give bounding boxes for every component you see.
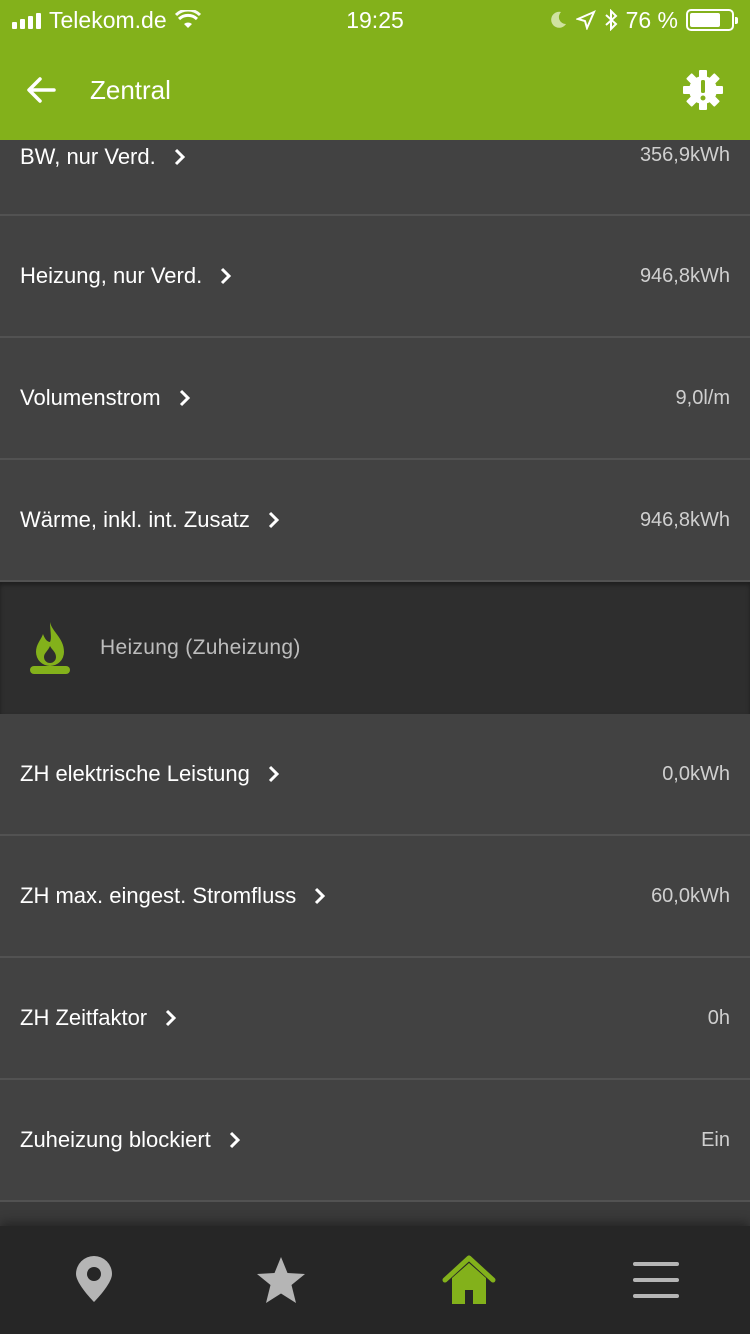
row-label: Zuheizung blockiert (20, 1127, 243, 1153)
row-label-text: ZH Zeitfaktor (20, 1005, 148, 1030)
row-label: BW, nur Verd. (20, 144, 188, 170)
gear-alert-icon[interactable] (682, 69, 724, 111)
row-label-text: ZH elektrische Leistung (20, 761, 250, 786)
list-item[interactable]: ZH elektrische Leistung 0,0kWh (0, 714, 750, 836)
row-value: 946,8kWh (639, 264, 730, 287)
row-label-text: BW, nur Verd. (20, 144, 156, 169)
battery-icon (686, 9, 738, 31)
bottom-nav (0, 1226, 750, 1334)
status-right: 76 % (548, 6, 738, 34)
row-value: 60,0kWh (651, 884, 730, 907)
list-item[interactable]: ZH max. eingest. Stromfluss 60,0kWh (0, 836, 750, 958)
chevron-right-icon (315, 887, 326, 905)
list-item[interactable]: BW, nur Verd. 356,9kWh (0, 140, 750, 216)
menu-icon (633, 1262, 680, 1298)
nav-location[interactable] (54, 1240, 134, 1320)
list-item[interactable]: ZH Zeitfaktor 0h (0, 958, 750, 1080)
row-value: 0,0kWh (662, 762, 730, 785)
battery-fill (690, 13, 721, 27)
list-item[interactable]: Zuheizung blockiert Ein (0, 1080, 750, 1202)
carrier-name: Telekom.de (49, 6, 167, 33)
chevron-right-icon (179, 389, 190, 407)
chevron-right-icon (229, 1131, 240, 1149)
row-label: ZH max. eingest. Stromfluss (20, 883, 328, 909)
app-bar: Zentral (0, 40, 750, 140)
row-label-text: ZH max. eingest. Stromfluss (20, 883, 297, 908)
arrow-left-icon[interactable] (26, 77, 56, 103)
row-label-text: Volumenstrom (20, 385, 161, 410)
list-item[interactable]: Volumenstrom 9,0l/m (0, 338, 750, 460)
list-footer-spacer (0, 1202, 750, 1226)
nav-favorites[interactable] (241, 1240, 321, 1320)
row-value: 946,8kWh (639, 508, 730, 531)
row-value: 0h (707, 1006, 730, 1029)
status-left: Telekom.de (12, 7, 201, 34)
chevron-right-icon (221, 267, 232, 285)
row-label: Heizung, nur Verd. (20, 263, 234, 289)
row-label-text: Zuheizung blockiert (20, 1127, 211, 1152)
location-arrow-icon (575, 10, 596, 30)
content-list: BW, nur Verd. 356,9kWh Heizung, nur Verd… (0, 140, 750, 1226)
home-icon (442, 1255, 496, 1304)
row-label-text: Heizung, nur Verd. (20, 263, 203, 288)
section-title: Heizung (Zuheizung) (100, 636, 301, 659)
row-value: 9,0l/m (675, 386, 730, 409)
chevron-right-icon (166, 1009, 177, 1027)
wifi-icon (174, 10, 201, 28)
signal-icon (12, 11, 41, 29)
moon-icon (550, 11, 566, 28)
flame-icon (30, 622, 70, 674)
page-title: Zentral (90, 74, 171, 105)
row-value: Ein (701, 1128, 730, 1151)
nav-menu[interactable] (616, 1240, 696, 1320)
row-label: Wärme, inkl. int. Zusatz (20, 507, 282, 533)
row-label: ZH elektrische Leistung (20, 761, 282, 787)
section-header: Heizung (Zuheizung) (0, 582, 750, 714)
row-label: ZH Zeitfaktor (20, 1005, 179, 1031)
star-icon (257, 1257, 306, 1303)
row-label: Volumenstrom (20, 385, 193, 411)
nav-home[interactable] (429, 1240, 509, 1320)
bluetooth-icon (604, 9, 618, 31)
battery-percent: 76 % (625, 6, 678, 33)
list-item[interactable]: Wärme, inkl. int. Zusatz 946,8kWh (0, 460, 750, 582)
chevron-right-icon (268, 765, 280, 783)
chevron-right-icon (174, 148, 185, 166)
location-pin-icon (75, 1256, 112, 1302)
row-value: 356,9kWh (639, 144, 730, 166)
chevron-right-icon (268, 511, 279, 529)
row-label-text: Wärme, inkl. int. Zusatz (20, 507, 250, 532)
status-bar: Telekom.de 19:25 76 % (0, 0, 750, 40)
list-item[interactable]: Heizung, nur Verd. 946,8kWh (0, 216, 750, 338)
